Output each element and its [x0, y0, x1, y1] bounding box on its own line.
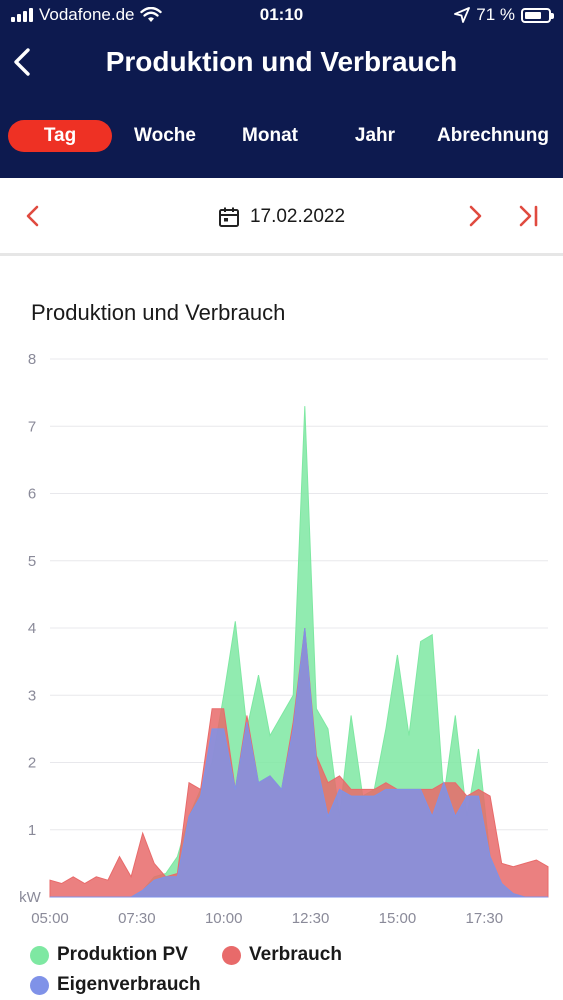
battery-icon	[521, 7, 554, 23]
app-header: Vodafone.de 01:10 71 % Produktion und Ve…	[0, 0, 563, 178]
next-day-icon[interactable]	[466, 204, 484, 228]
legend-swatch	[30, 945, 49, 965]
y-tick-label: 7	[28, 418, 36, 435]
x-tick-label: 15:00	[379, 910, 417, 927]
legend-label: Verbrauch	[249, 944, 342, 965]
tab-abrechnung[interactable]: Abrechnung	[428, 120, 558, 152]
last-day-icon[interactable]	[516, 204, 542, 228]
battery-fill	[525, 11, 541, 19]
date-label: 17.02.2022	[249, 206, 346, 227]
legend-label: Produktion PV	[57, 944, 188, 965]
y-tick-label: 4	[28, 620, 36, 637]
x-tick-label: 12:30	[292, 910, 330, 927]
nav-row: Produktion und Verbrauch	[0, 38, 563, 86]
x-tick-label: 07:30	[118, 910, 156, 927]
x-tick-label: 05:00	[31, 910, 69, 927]
page-title: Produktion und Verbrauch	[105, 46, 458, 77]
period-tabs: Tag Woche Monat Jahr Abrechnung	[0, 120, 563, 156]
legend-item[interactable]: Verbrauch	[222, 944, 342, 966]
legend-swatch	[222, 945, 241, 965]
legend-swatch	[30, 975, 49, 995]
power-chart[interactable]: 1 2 3 4 5 6 7 8 kW 05:00 07:30 10:00 12:30 15:00 17:30	[0, 340, 563, 940]
calendar-icon	[218, 207, 239, 227]
tab-woche[interactable]: Woche	[120, 120, 210, 152]
chart-title: Produktion und Verbrauch	[31, 300, 286, 325]
x-tick-label: 10:00	[205, 910, 243, 927]
location-arrow-icon	[454, 7, 471, 23]
tab-tag[interactable]: Tag	[8, 120, 112, 152]
y-tick-label: 6	[28, 486, 36, 503]
tab-monat[interactable]: Monat	[226, 120, 314, 152]
y-tick-label: 3	[28, 687, 36, 704]
x-tick-label: 17:30	[466, 910, 504, 927]
y-unit-label: kW	[19, 889, 42, 906]
tab-jahr[interactable]: Jahr	[340, 120, 410, 152]
status-bar: Vodafone.de 01:10 71 %	[0, 0, 563, 32]
battery-percent: 71 %	[476, 5, 515, 24]
y-tick-label: 8	[28, 351, 36, 368]
legend-item[interactable]: Eigenverbrauch	[30, 974, 201, 996]
date-navigation: 17.02.2022	[0, 178, 563, 256]
y-tick-label: 5	[28, 553, 36, 570]
y-tick-label: 1	[28, 822, 36, 839]
legend-label: Eigenverbrauch	[57, 974, 201, 995]
y-tick-label: 2	[28, 755, 36, 772]
legend-item[interactable]: Produktion PV	[30, 944, 188, 966]
